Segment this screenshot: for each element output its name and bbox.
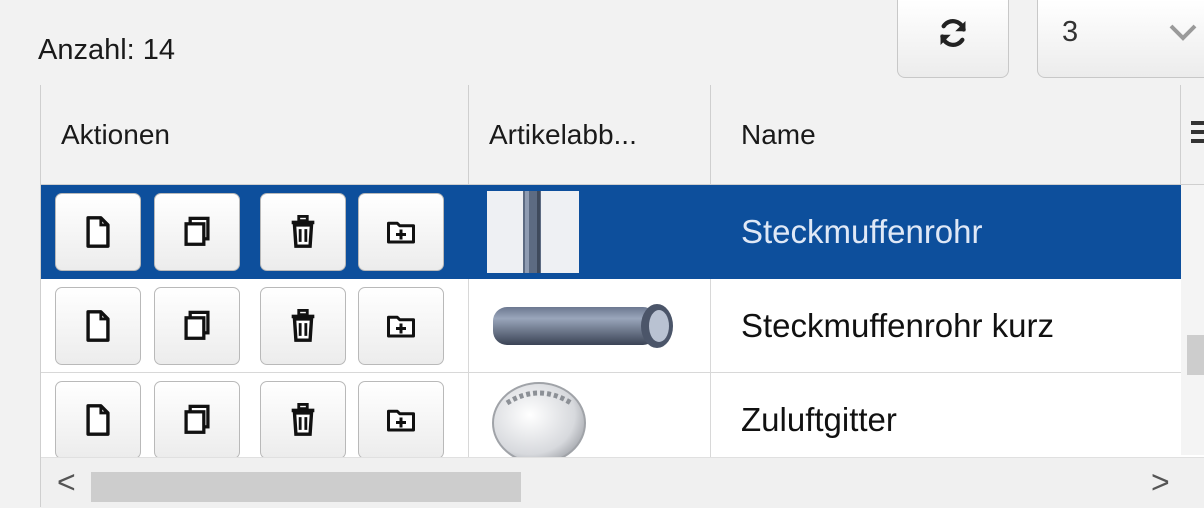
table-row[interactable]: Zuluftgitter (41, 373, 1181, 461)
move-to-folder-button[interactable] (358, 193, 444, 271)
row-actions (41, 185, 469, 278)
folder-add-icon (387, 409, 415, 432)
table-row[interactable]: Steckmuffenrohr kurz (41, 279, 1181, 373)
folder-add-icon (387, 315, 415, 338)
new-button[interactable] (55, 193, 141, 271)
delete-button[interactable] (260, 381, 346, 459)
chevron-down-icon (1169, 24, 1197, 41)
refresh-button[interactable] (897, 0, 1009, 78)
move-to-folder-button[interactable] (358, 287, 444, 365)
copy-icon (184, 216, 210, 246)
column-header-article-image[interactable]: Artikelabb... (469, 85, 711, 185)
column-menu-icon[interactable] (1191, 121, 1204, 149)
delete-button[interactable] (260, 193, 346, 271)
scroll-right-arrow[interactable]: > (1151, 464, 1170, 501)
record-count-label: Anzahl: 14 (38, 34, 176, 66)
row-name: Steckmuffenrohr kurz (741, 307, 1055, 344)
trash-icon (291, 309, 315, 342)
scroll-left-arrow[interactable]: < (57, 464, 76, 501)
row-name: Zuluftgitter (741, 401, 897, 438)
page-size-value: 3 (1062, 16, 1079, 48)
trash-icon (291, 215, 315, 248)
row-image-cell (469, 373, 711, 461)
air-grille-image (487, 379, 587, 461)
copy-button[interactable] (154, 193, 240, 271)
row-actions (41, 373, 469, 459)
delete-button[interactable] (260, 287, 346, 365)
row-name: Steckmuffenrohr (741, 213, 983, 250)
folder-add-icon (387, 221, 415, 244)
row-image-cell (469, 185, 711, 278)
refresh-icon (940, 18, 966, 47)
horizontal-scrollbar[interactable]: < > (41, 457, 1204, 508)
horizontal-scrollbar-thumb[interactable] (91, 472, 521, 502)
trash-icon (291, 403, 315, 436)
new-button[interactable] (55, 381, 141, 459)
vertical-scrollbar[interactable] (1181, 185, 1204, 455)
row-image-cell (469, 279, 711, 372)
pipe-horizontal-image (487, 285, 683, 367)
row-actions (41, 279, 469, 372)
copy-icon (184, 310, 210, 340)
new-document-icon (86, 310, 110, 342)
grid-toolbar: Anzahl: 14 3 (0, 0, 1204, 85)
move-to-folder-button[interactable] (358, 381, 444, 459)
column-header-name[interactable]: Name (711, 85, 1181, 185)
new-document-icon (86, 216, 110, 248)
page-size-select[interactable]: 3 (1037, 0, 1204, 78)
copy-icon (184, 404, 210, 434)
article-grid-panel: Anzahl: 14 3 Aktionen Artikelabb... Name (0, 0, 1204, 508)
vertical-scrollbar-thumb[interactable] (1187, 335, 1204, 375)
new-button[interactable] (55, 287, 141, 365)
pipe-vertical-image (487, 191, 579, 273)
article-table: Aktionen Artikelabb... Name Steckmuffenr… (40, 85, 1204, 508)
new-document-icon (86, 404, 110, 436)
table-header: Aktionen Artikelabb... Name (41, 85, 1204, 185)
copy-button[interactable] (154, 381, 240, 459)
copy-button[interactable] (154, 287, 240, 365)
table-row[interactable]: Steckmuffenrohr (41, 185, 1181, 279)
column-header-actions[interactable]: Aktionen (41, 85, 469, 185)
